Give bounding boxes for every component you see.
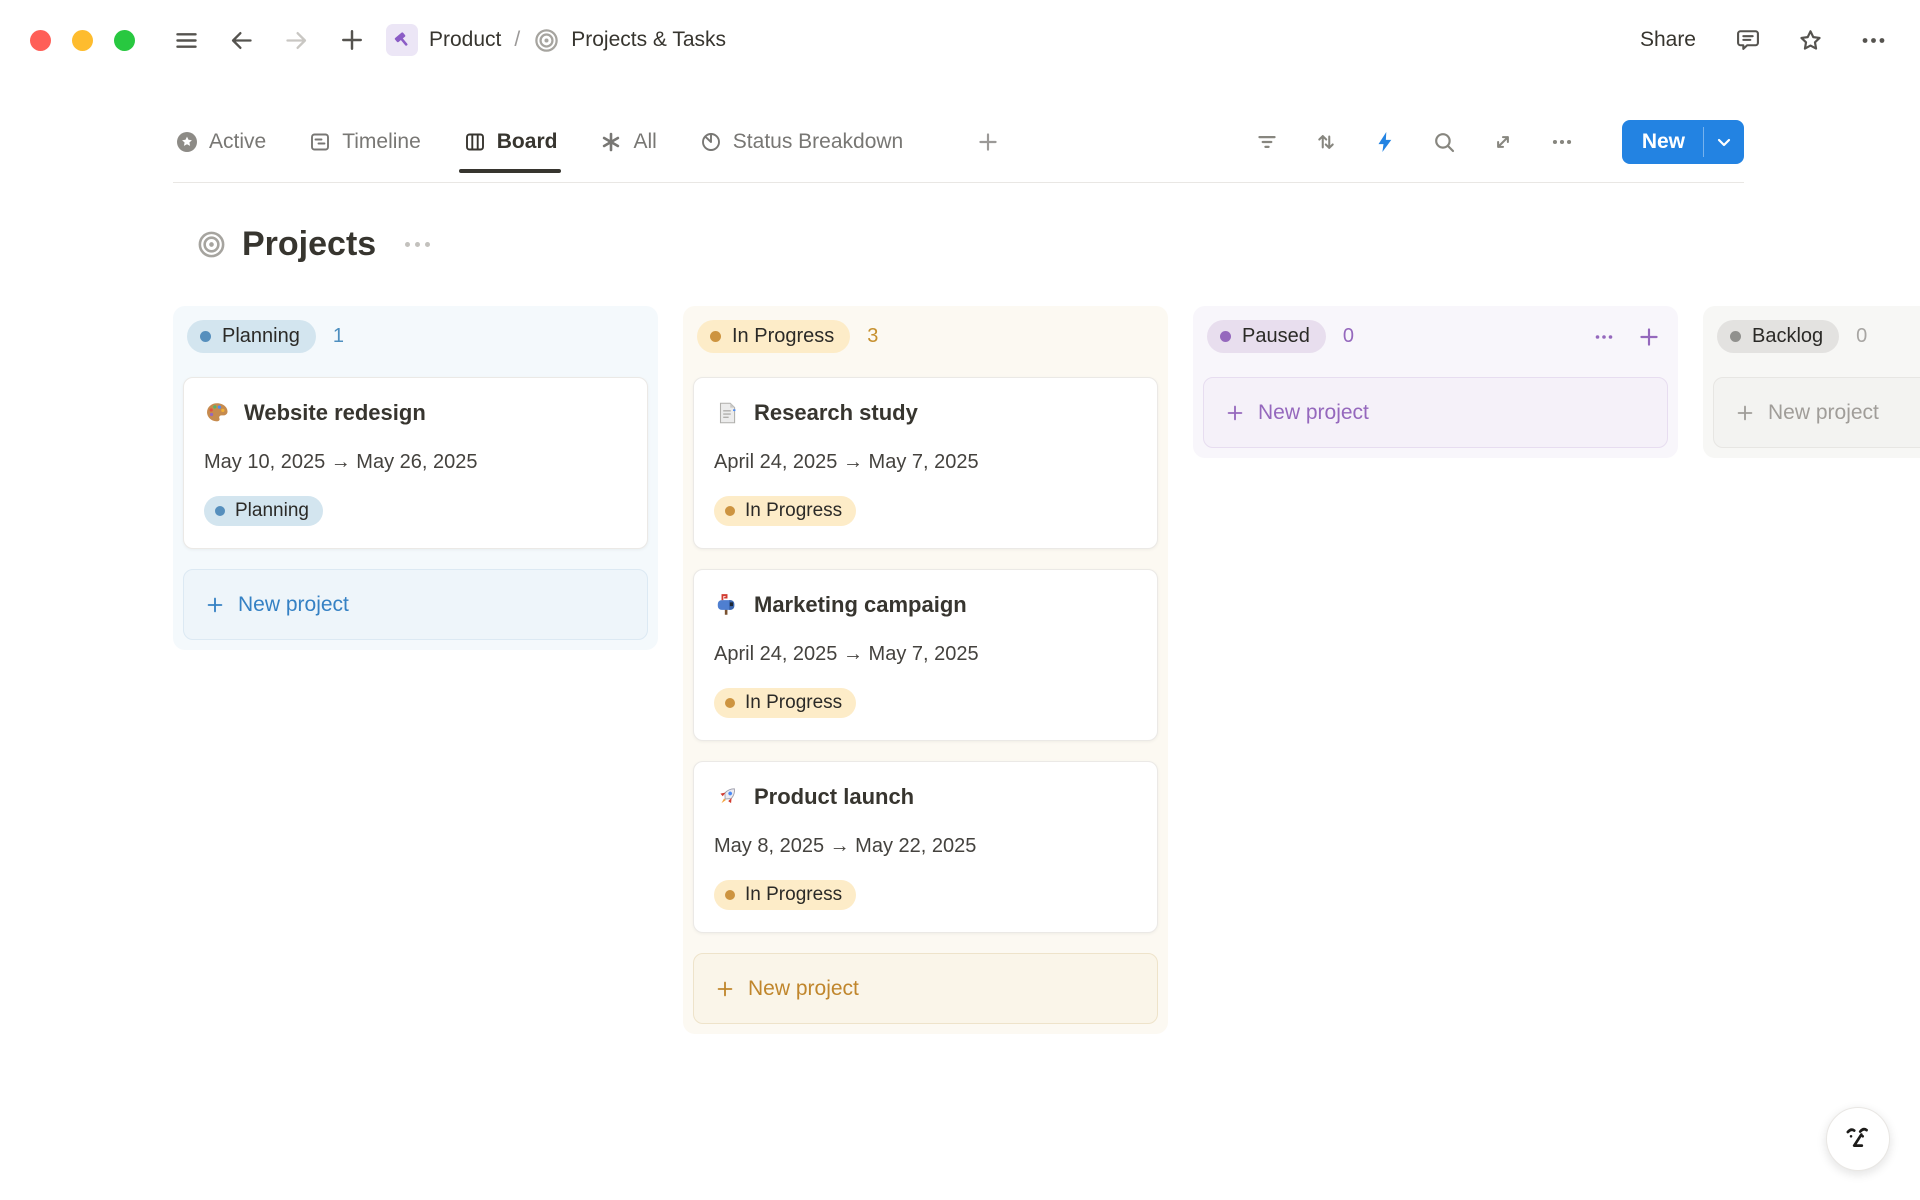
- tab-active[interactable]: Active: [173, 130, 268, 154]
- project-card-product-launch[interactable]: Product launch May 8, 2025 → May 22, 202…: [693, 761, 1158, 933]
- page-title[interactable]: Projects: [242, 225, 376, 264]
- breadcrumb-label: Product: [429, 28, 501, 52]
- breadcrumb: Product / Projects & Tasks: [386, 24, 726, 56]
- card-status-tag: Planning: [204, 496, 323, 526]
- mailbox-emoji: [714, 592, 740, 618]
- target-icon: [533, 27, 560, 54]
- kanban-board: Planning 1 Website redesign May 10, 2025…: [0, 306, 1920, 1034]
- title-more-icon[interactable]: [405, 242, 430, 247]
- status-dot: [725, 890, 735, 900]
- expand-icon[interactable]: [1488, 127, 1518, 157]
- card-date-range: April 24, 2025 → May 7, 2025: [714, 451, 1137, 474]
- app-window: Product / Projects & Tasks Share: [0, 0, 1920, 1200]
- traffic-lights: [30, 30, 135, 51]
- plus-icon: [1224, 402, 1246, 424]
- favorite-star-icon[interactable]: [1794, 24, 1827, 57]
- breadcrumb-item-product[interactable]: Product: [386, 24, 501, 56]
- column-status-pill[interactable]: Paused: [1207, 320, 1326, 353]
- window-titlebar: Product / Projects & Tasks Share: [0, 0, 1920, 80]
- card-title: Research study: [754, 400, 918, 426]
- more-options-icon[interactable]: [1857, 24, 1890, 57]
- sidebar-toggle-icon[interactable]: [171, 25, 202, 56]
- new-project-button[interactable]: New project: [1713, 377, 1920, 448]
- pie-chart-icon: [699, 130, 723, 154]
- card-status-tag: In Progress: [714, 688, 856, 718]
- plus-icon: [1734, 402, 1756, 424]
- filter-icon[interactable]: [1252, 127, 1282, 157]
- plus-icon: [204, 594, 226, 616]
- new-project-button[interactable]: New project: [1203, 377, 1668, 448]
- card-status-tag: In Progress: [714, 880, 856, 910]
- card-title: Product launch: [754, 784, 914, 810]
- star-circle-icon: [175, 130, 199, 154]
- card-title: Marketing campaign: [754, 592, 967, 618]
- forward-icon[interactable]: [281, 25, 312, 56]
- column-count: 1: [333, 325, 344, 348]
- new-project-button[interactable]: New project: [183, 569, 648, 640]
- zoom-window-button[interactable]: [114, 30, 135, 51]
- status-dot: [710, 331, 721, 342]
- status-dot: [215, 506, 225, 516]
- timeline-icon: [308, 130, 332, 154]
- card-date-range: May 10, 2025 → May 26, 2025: [204, 451, 627, 474]
- close-window-button[interactable]: [30, 30, 51, 51]
- card-date-range: May 8, 2025 → May 22, 2025: [714, 835, 1137, 858]
- new-project-button[interactable]: New project: [693, 953, 1158, 1024]
- card-title: Website redesign: [244, 400, 426, 426]
- project-card-marketing-campaign[interactable]: Marketing campaign April 24, 2025 → May …: [693, 569, 1158, 741]
- search-icon[interactable]: [1429, 127, 1459, 157]
- new-page-icon[interactable]: [336, 24, 368, 56]
- column-status-pill[interactable]: In Progress: [697, 320, 850, 353]
- plus-icon: [714, 978, 736, 1000]
- status-dot: [200, 331, 211, 342]
- add-view-icon[interactable]: [973, 127, 1003, 157]
- view-tab-bar: Active Timeline Board All: [173, 120, 1744, 183]
- column-status-pill[interactable]: Backlog: [1717, 320, 1839, 353]
- column-more-icon[interactable]: [1590, 323, 1618, 351]
- sort-icon[interactable]: [1311, 127, 1341, 157]
- breadcrumb-label: Projects & Tasks: [571, 28, 726, 52]
- board-column-backlog: Backlog 0 New project: [1703, 306, 1920, 458]
- project-card-website-redesign[interactable]: Website redesign May 10, 2025 → May 26, …: [183, 377, 648, 549]
- project-card-research-study[interactable]: Research study April 24, 2025 → May 7, 2…: [693, 377, 1158, 549]
- tab-status-breakdown[interactable]: Status Breakdown: [697, 130, 905, 154]
- card-status-tag: In Progress: [714, 496, 856, 526]
- breadcrumb-separator: /: [514, 28, 520, 52]
- board-column-paused: Paused 0 New project: [1193, 306, 1678, 458]
- board-column-in-progress: In Progress 3 Research study April 24, 2…: [683, 306, 1168, 1034]
- asterisk-icon: [599, 130, 623, 154]
- chevron-down-icon[interactable]: [1704, 120, 1744, 164]
- hammer-icon: [386, 24, 418, 56]
- face-icon: [1839, 1120, 1877, 1158]
- column-count: 0: [1343, 325, 1354, 348]
- column-count: 0: [1856, 325, 1867, 348]
- rocket-emoji: [714, 784, 740, 810]
- share-button[interactable]: Share: [1634, 24, 1702, 56]
- notion-ai-face-button[interactable]: [1826, 1107, 1890, 1171]
- column-count: 3: [867, 325, 878, 348]
- card-date-range: April 24, 2025 → May 7, 2025: [714, 643, 1137, 666]
- status-dot: [725, 506, 735, 516]
- target-icon: [196, 229, 227, 260]
- back-icon[interactable]: [226, 25, 257, 56]
- document-emoji: [714, 400, 740, 426]
- status-dot: [725, 698, 735, 708]
- comments-icon[interactable]: [1732, 24, 1764, 56]
- lightning-icon[interactable]: [1370, 127, 1400, 157]
- view-more-icon[interactable]: [1547, 127, 1577, 157]
- tab-timeline[interactable]: Timeline: [306, 130, 423, 154]
- breadcrumb-item-page[interactable]: Projects & Tasks: [533, 27, 726, 54]
- board-icon: [463, 130, 487, 154]
- column-add-icon[interactable]: [1634, 322, 1664, 352]
- tab-board[interactable]: Board: [461, 130, 560, 154]
- palette-emoji: [204, 400, 230, 426]
- column-status-pill[interactable]: Planning: [187, 320, 316, 353]
- new-button[interactable]: New: [1622, 120, 1744, 164]
- status-dot: [1730, 331, 1741, 342]
- minimize-window-button[interactable]: [72, 30, 93, 51]
- status-dot: [1220, 331, 1231, 342]
- board-column-planning: Planning 1 Website redesign May 10, 2025…: [173, 306, 658, 650]
- tab-all[interactable]: All: [597, 130, 658, 154]
